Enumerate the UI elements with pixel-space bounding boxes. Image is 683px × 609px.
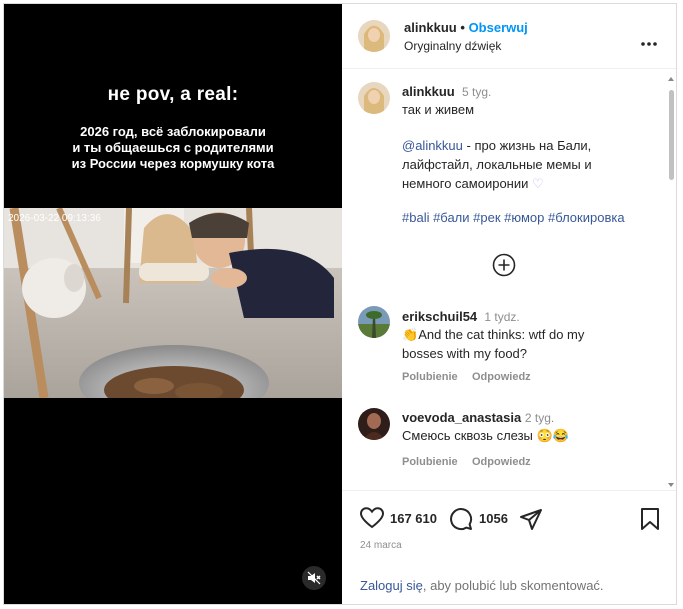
load-more-comments-button[interactable] [492, 253, 516, 282]
header-separator: • [460, 20, 465, 35]
like-comment-button[interactable]: Polubienie [402, 371, 458, 383]
video-subtitle: 2026 год, всё заблокировали и ты общаешь… [4, 124, 342, 172]
comment-bubble-icon [450, 508, 473, 531]
comment-header: voevoda_anastasia 2 tyg. [402, 410, 554, 425]
plus-circle-icon [492, 253, 516, 277]
avatar[interactable] [358, 306, 390, 338]
comment-count[interactable]: 1056 [479, 511, 508, 526]
comment-username[interactable]: voevoda_anastasia [402, 410, 521, 425]
avatar-image [358, 306, 390, 338]
follow-button[interactable]: Obserwuj [469, 20, 528, 35]
reply-button[interactable]: Odpowiedz [472, 456, 531, 468]
post-header: alinkkuu • Obserwuj Oryginalny dźwięk [342, 4, 676, 69]
comment-username[interactable]: erikschuil54 [402, 309, 477, 324]
avatar[interactable] [358, 20, 390, 52]
heart-icon [359, 507, 385, 529]
login-link[interactable]: Zaloguj się [360, 578, 423, 593]
tearful-face-icon: 😳 [536, 428, 553, 443]
bookmark-icon [641, 508, 659, 530]
post-dialog: не pov, a real: 2026 год, всё заблокиров… [3, 3, 677, 605]
bio-line: лайфстайл, локальные мемы и [402, 157, 592, 172]
comment-line: bosses with my food? [402, 346, 528, 361]
video-subtitle-line: из России через кормушку кота [71, 156, 275, 171]
heart-icon: ♡ [532, 176, 544, 191]
share-button[interactable] [519, 507, 543, 536]
comment-header: erikschuil54 1 tydz. [402, 309, 520, 324]
comment-button[interactable] [449, 507, 473, 536]
original-audio-link[interactable]: Oryginalny dźwięk [404, 39, 501, 53]
video-frame: 2026-03-22 09:13:36 [4, 208, 342, 398]
avatar[interactable] [358, 82, 390, 114]
avatar-image [358, 82, 390, 114]
video-subtitle-line: и ты общаешься с родителями [72, 140, 274, 155]
post-date[interactable]: 24 marca [360, 540, 402, 551]
bio-line: немного самоиронии [402, 176, 529, 191]
comments-scroll-area[interactable]: alinkkuu 5 tyg. так и живем @alinkkuu - … [342, 69, 676, 489]
video-timestamp: 2026-03-22 09:13:36 [8, 213, 101, 224]
caption-time[interactable]: 5 tyg. [462, 85, 491, 99]
comment-text: 👏And the cat thinks: wtf do my bosses wi… [402, 325, 584, 363]
comment-line: Смеюсь сквозь слезы [402, 428, 533, 443]
paper-plane-icon [520, 509, 542, 530]
comment-time[interactable]: 2 tyg. [525, 411, 554, 425]
save-button[interactable] [640, 507, 660, 536]
like-count[interactable]: 167 610 [390, 511, 437, 526]
comment-text: Смеюсь сквозь слезы 😳😂 [402, 426, 569, 445]
avatar[interactable] [358, 408, 390, 440]
header-username[interactable]: alinkkuu [404, 20, 457, 35]
video-title: не pov, a real: [107, 84, 239, 105]
login-prompt-text: , aby polubić lub skomentować. [422, 578, 604, 593]
video-player[interactable]: не pov, a real: 2026 год, всё заблокиров… [4, 4, 342, 604]
comment-line: And the cat thinks: wtf do my [418, 327, 585, 342]
caption-username[interactable]: alinkkuu [402, 84, 455, 99]
caption-bio: @alinkkuu - про жизнь на Бали, лайфстайл… [402, 136, 592, 193]
clapping-hands-icon: 👏 [402, 327, 419, 342]
like-button[interactable] [359, 507, 385, 534]
comment-time[interactable]: 1 tydz. [484, 310, 519, 324]
avatar-image [358, 408, 390, 440]
mute-button[interactable] [302, 566, 326, 590]
video-subtitle-line: 2026 год, всё заблокировали [80, 124, 266, 139]
avatar-image [358, 20, 390, 52]
mention-link[interactable]: @alinkkuu [402, 138, 463, 153]
video-scene-image: 2026-03-22 09:13:36 [4, 208, 342, 398]
scrollbar-thumb[interactable] [669, 90, 674, 180]
bio-line: - про жизнь на Бали, [462, 138, 592, 153]
laughing-face-icon: 😂 [552, 428, 569, 443]
login-prompt: Zaloguj się, aby polubić lub skomentować… [360, 578, 604, 593]
like-comment-button[interactable]: Polubienie [402, 456, 458, 468]
post-sidebar: alinkkuu • Obserwuj Oryginalny dźwięk al… [342, 4, 676, 604]
more-options-button[interactable] [640, 34, 658, 52]
bio-line-with-heart: немного самоиронии ♡ [402, 174, 592, 193]
speaker-muted-icon [307, 571, 321, 585]
caption-header: alinkkuu 5 tyg. [402, 84, 491, 99]
caption-line: так и живем [402, 102, 475, 117]
more-options-icon [641, 42, 657, 46]
header-user-line: alinkkuu • Obserwuj [404, 20, 528, 35]
hashtags[interactable]: #bali #бали #рек #юмор #блокировка [402, 208, 625, 227]
reply-button[interactable]: Odpowiedz [472, 371, 531, 383]
